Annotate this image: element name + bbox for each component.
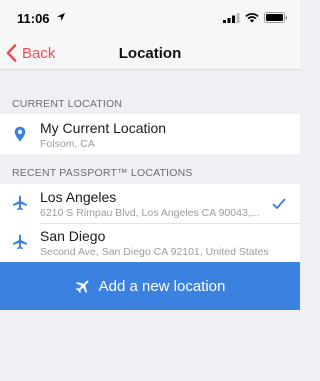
- status-bar: 11:06: [0, 0, 300, 36]
- location-arrow-icon: [57, 13, 65, 21]
- page-title: Location: [118, 45, 182, 62]
- recent-locations-list: Los Angeles 6210 S Rimpau Blvd, Los Ange…: [0, 184, 300, 262]
- list-item-los-angeles[interactable]: Los Angeles 6210 S Rimpau Blvd, Los Ange…: [0, 184, 300, 223]
- section-header-recent: RECENT PASSPORT™ LOCATIONS: [12, 167, 193, 179]
- status-indicators: [223, 12, 288, 23]
- airplane-icon: [75, 280, 89, 294]
- list-item-san-diego[interactable]: San Diego Second Ave, San Diego CA 92101…: [0, 224, 300, 262]
- airplane-icon: [13, 195, 27, 211]
- add-location-button[interactable]: Add a new location: [0, 262, 300, 310]
- status-time: 11:06: [17, 11, 50, 26]
- location-title: San Diego: [40, 228, 106, 244]
- location-address: 6210 S Rimpau Blvd, Los Angeles CA 90043…: [40, 207, 260, 219]
- navigation-bar: Back Location: [0, 36, 300, 70]
- location-address: Second Ave, San Diego CA 92101, United S…: [40, 246, 269, 258]
- current-location-row[interactable]: My Current Location Folsom, CA: [0, 114, 300, 154]
- current-location-title: My Current Location: [40, 120, 167, 136]
- airplane-icon: [13, 234, 27, 250]
- checkmark-icon: [272, 198, 286, 209]
- signal-icon: [223, 12, 240, 23]
- location-pin-icon: [14, 126, 26, 142]
- battery-icon: [264, 12, 288, 23]
- current-location-subtitle: Folsom, CA: [40, 138, 95, 150]
- add-location-label: Add a new location: [98, 277, 226, 295]
- location-title: Los Angeles: [40, 189, 117, 205]
- section-header-current: CURRENT LOCATION: [12, 98, 123, 110]
- wifi-icon: [245, 12, 259, 22]
